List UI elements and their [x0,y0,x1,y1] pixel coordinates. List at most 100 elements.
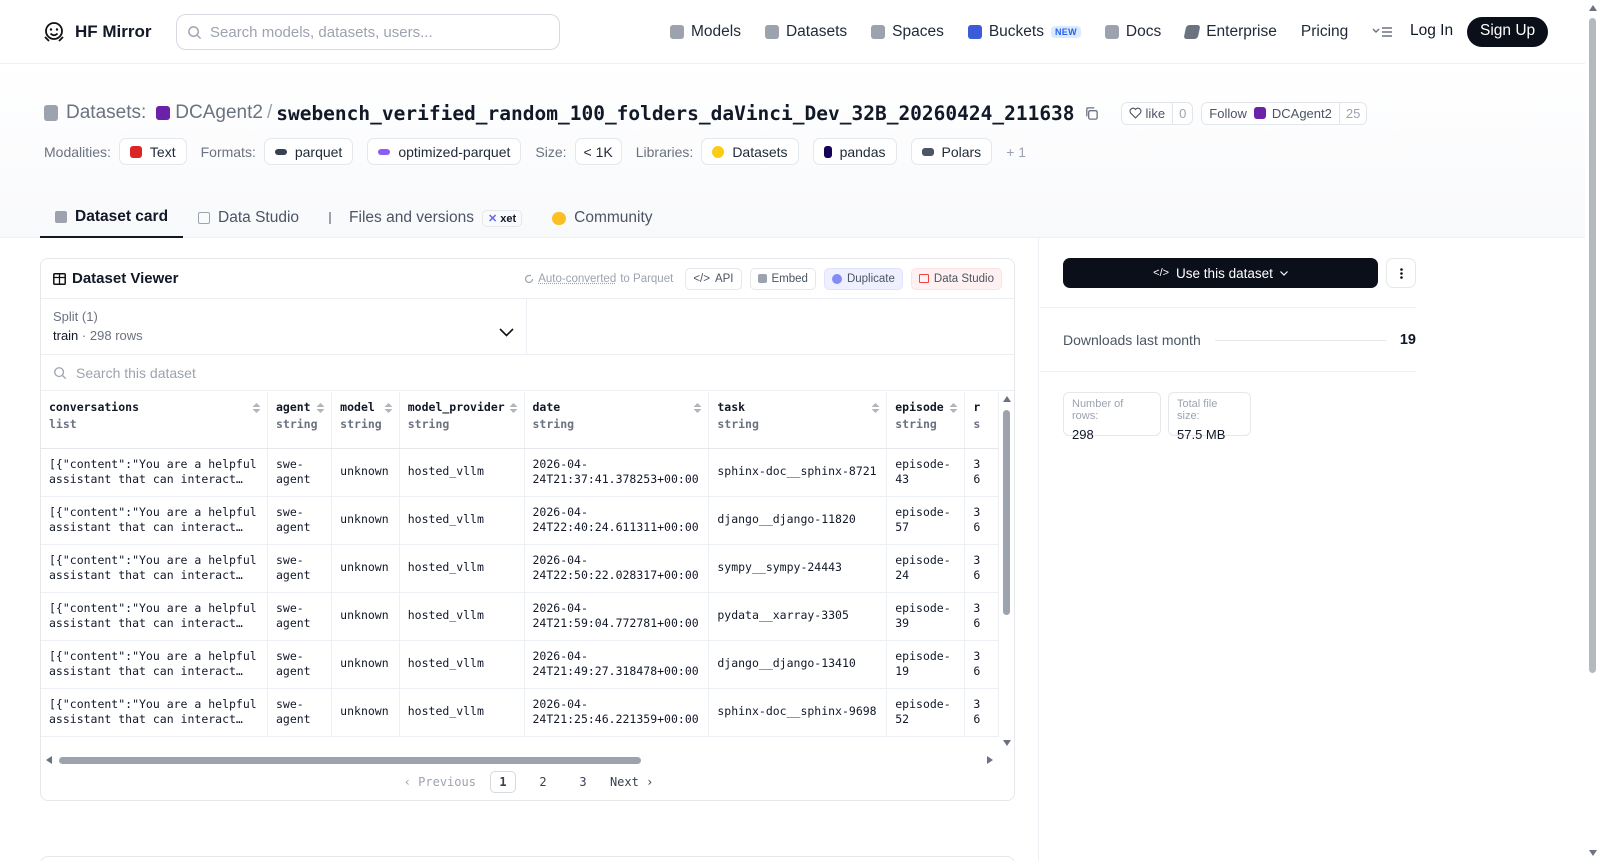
table-cell[interactable]: 36 [965,640,999,688]
sort-icon[interactable] [871,402,880,414]
table-cell[interactable]: 2026-04- 24T21:25:46.221359+00:00 [524,688,709,736]
tag-text[interactable]: Text [119,138,187,165]
grid-vertical-thumb[interactable] [1003,410,1010,615]
table-row[interactable]: [{"content":"You are a helpful assistant … [41,544,999,592]
table-cell[interactable]: 3 [965,736,999,737]
org-link[interactable]: DCAgent2 [175,102,263,124]
table-cell[interactable]: hosted_vllm [399,688,524,736]
table-cell[interactable]: episode- 24 [887,544,965,592]
table-cell[interactable]: swe-agent [267,544,331,592]
table-cell[interactable]: hosted_vllm [399,592,524,640]
tab-dataset-card[interactable]: Dataset card [40,198,183,238]
table-cell[interactable]: hosted_vllm [399,640,524,688]
sort-icon[interactable] [949,402,958,414]
nav-docs[interactable]: Docs [1105,23,1161,41]
use-this-dataset-button[interactable]: </> Use this dataset [1063,258,1378,288]
table-row[interactable]: [{"content":"You are a helpful assistant … [41,640,999,688]
table-row[interactable]: [{"content":"You are a helpful assistant … [41,448,999,496]
table-cell[interactable]: swe- [267,736,331,737]
login-link[interactable]: Log In [1410,22,1453,40]
tag-optimized-parquet[interactable]: optimized-parquet [367,138,521,165]
table-cell[interactable]: pydata__xarray-3305 [709,592,887,640]
nav-datasets[interactable]: Datasets [765,23,847,41]
table-cell[interactable]: episode- 52 [887,688,965,736]
table-cell[interactable]: swe-agent [267,448,331,496]
table-cell[interactable] [709,736,887,737]
table-cell[interactable]: 36 [965,544,999,592]
sort-icon[interactable] [509,402,518,414]
sort-icon[interactable] [252,402,261,414]
page-2-button[interactable]: 2 [530,771,556,793]
nav-models[interactable]: Models [670,23,741,41]
table-cell[interactable] [332,736,400,737]
table-cell[interactable]: django__django-13410 [709,640,887,688]
tab-files-versions[interactable]: Files and versions ✕ xet [314,198,537,238]
table-cell[interactable]: unknown [332,688,400,736]
dataset-search-input[interactable]: Search this dataset [41,355,1014,391]
copy-icon[interactable] [1084,106,1099,121]
column-header-4[interactable]: model_provider string [399,392,524,448]
split-selector[interactable]: Split (1) train · 298 rows [41,299,527,354]
page-vertical-scrollbar[interactable] [1585,0,1600,861]
tag-size[interactable]: < 1K [575,138,622,165]
more-options-button[interactable] [1386,258,1416,288]
page-1-button[interactable]: 1 [490,771,516,793]
grid-horizontal-scrollbar[interactable] [41,754,999,766]
table-cell[interactable]: 2026-04- 24T21:49:27.318478+00:00 [524,640,709,688]
table-row[interactable]: [{"content":"You are a helpful assistant … [41,688,999,736]
tag-parquet[interactable]: parquet [264,138,353,165]
table-cell[interactable]: unknown [332,592,400,640]
like-button[interactable]: like 0 [1121,102,1194,125]
table-cell[interactable]: swe-agent [267,592,331,640]
table-cell[interactable]: [{"content":"You are a helpful assistant … [41,640,267,688]
table-cell[interactable]: sphinx-doc__sphinx-9698 [709,688,887,736]
table-cell[interactable]: episode- [887,736,965,737]
table-cell[interactable]: swe-agent [267,640,331,688]
api-button[interactable]: </> API [685,268,741,290]
table-cell[interactable]: swe-agent [267,496,331,544]
column-header-1[interactable]: conversations list [41,392,267,448]
table-cell[interactable]: unknown [332,544,400,592]
auto-converted-link[interactable]: Auto-converted [538,273,616,285]
column-header-5[interactable]: date string [524,392,709,448]
tag-pandas[interactable]: pandas [813,138,897,165]
follow-button[interactable]: Follow DCAgent2 25 [1201,102,1367,125]
table-cell[interactable]: django__django-11820 [709,496,887,544]
table-cell[interactable]: episode- 57 [887,496,965,544]
table-cell[interactable]: sympy__sympy-24443 [709,544,887,592]
table-cell[interactable]: episode- 39 [887,592,965,640]
sort-icon[interactable] [384,402,393,414]
nav-buckets[interactable]: Buckets NEW [968,23,1081,41]
table-cell[interactable]: 36 [965,496,999,544]
previous-page-button[interactable]: ‹ Previous [404,775,476,789]
tag-datasets-lib[interactable]: Datasets [701,138,798,165]
table-cell[interactable]: unknown [332,496,400,544]
more-libraries[interactable]: + 1 [1006,144,1026,160]
table-cell[interactable]: 36 [965,448,999,496]
global-search-input[interactable]: Search models, datasets, users... [176,14,560,50]
table-cell[interactable]: hosted_vllm [399,496,524,544]
embed-button[interactable]: Embed [750,268,816,290]
page-3-button[interactable]: 3 [570,771,596,793]
table-cell[interactable]: [{"content":"You are a helpful assistant … [41,544,267,592]
duplicate-button[interactable]: Duplicate [824,268,903,290]
nav-enterprise[interactable]: Enterprise [1185,23,1277,41]
table-row[interactable]: [{"content":"You are a helpful assistant … [41,496,999,544]
table-cell[interactable]: [{"content":"You are a helpful [41,736,267,737]
dataset-name[interactable]: swebench_verified_random_100_folders_daV… [276,102,1074,125]
table-cell[interactable]: hosted_vllm [399,544,524,592]
nav-more-menu[interactable] [1372,25,1394,39]
table-cell[interactable]: sphinx-doc__sphinx-8721 [709,448,887,496]
brand-logo[interactable]: HF Mirror [42,20,152,44]
grid-horizontal-thumb[interactable] [59,757,641,764]
sort-icon[interactable] [316,402,325,414]
table-cell[interactable]: episode- 43 [887,448,965,496]
table-cell[interactable]: 2026-04- [524,736,709,737]
table-cell[interactable]: [{"content":"You are a helpful assistant … [41,496,267,544]
column-header-2[interactable]: agent string [267,392,331,448]
table-cell[interactable]: 36 [965,688,999,736]
tab-data-studio[interactable]: Data Studio [183,198,314,238]
column-header-7[interactable]: episode string [887,392,965,448]
table-cell[interactable]: [{"content":"You are a helpful assistant … [41,448,267,496]
table-cell[interactable]: [{"content":"You are a helpful assistant … [41,688,267,736]
